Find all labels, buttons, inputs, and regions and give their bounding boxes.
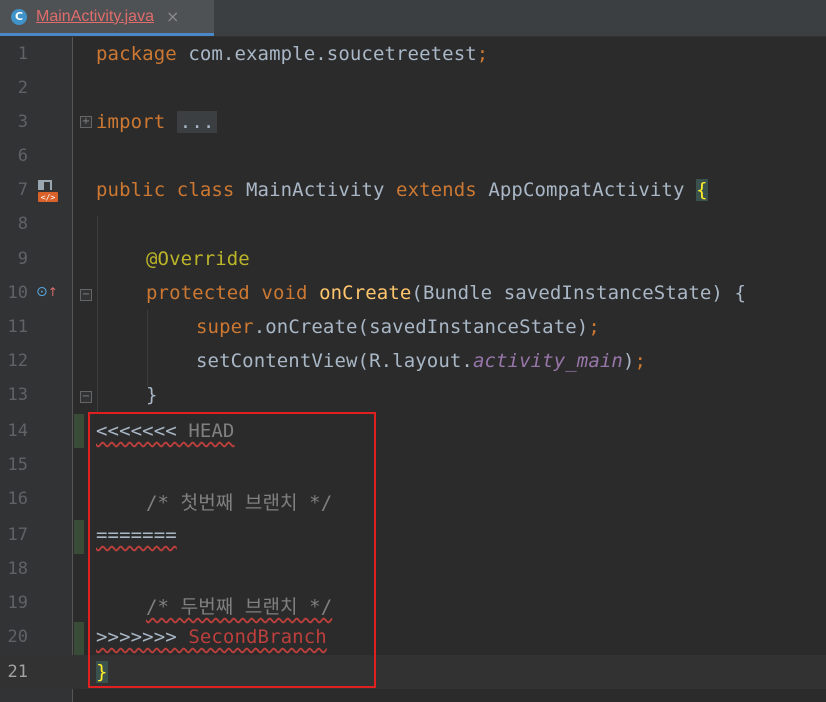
code-text[interactable]: package com.example.soucetreetest; [96,43,488,65]
code-line-3: 3 import ... [0,105,826,139]
fold-expand-icon[interactable]: + [80,116,92,128]
line-number: 8 [17,214,28,234]
code-line-10: 10 protected void onCreate(Bundle savedI… [0,276,826,310]
line-number: 13 [7,385,28,405]
code-line-13: 13 } [0,378,826,412]
code-line-6: 6 [0,139,826,173]
conflict-highlight-box [88,412,376,688]
line-number: 14 [7,421,28,441]
line-number: 12 [7,351,28,371]
fold-end-icon[interactable]: − [80,391,92,403]
svg-text:</>: </> [41,193,56,202]
code-text[interactable]: setContentView(R.layout.activity_main); [196,350,646,372]
code-line-7: 7 public class MainActivity extends AppC… [0,173,826,207]
code-text[interactable]: } [146,384,158,406]
tab-label: MainActivity.java [36,7,154,25]
line-number: 3 [17,112,28,132]
code-text[interactable]: protected void onCreate(Bundle savedInst… [146,282,746,304]
tab-mainactivity[interactable]: C MainActivity.java × [0,0,214,36]
code-line-12: 12 setContentView(R.layout.activity_main… [0,344,826,378]
line-number: 7 [17,180,28,200]
fold-collapse-icon[interactable]: − [80,289,92,301]
line-number: 15 [7,455,28,475]
line-number: 19 [7,593,28,613]
code-text[interactable]: @Override [146,248,250,270]
line-number: 1 [17,44,28,64]
editor-tab-bar: C MainActivity.java × [0,0,826,37]
code-line-9: 9 @Override [0,242,826,276]
line-number: 20 [7,627,28,647]
run-gutter-icon[interactable]: </> [36,179,60,203]
line-number: 17 [7,525,28,545]
line-number: 16 [7,489,28,509]
line-number: 21 [7,662,28,682]
line-number: 2 [17,78,28,98]
folded-imports[interactable]: ... [176,111,218,133]
line-number: 18 [7,559,28,579]
code-line-11: 11 super.onCreate(savedInstanceState); [0,310,826,344]
code-text[interactable]: super.onCreate(savedInstanceState); [196,316,600,338]
code-text[interactable]: import ... [96,111,218,133]
code-line-8: 8 [0,207,826,241]
code-line-2: 2 [0,71,826,105]
java-class-icon: C [11,8,27,25]
code-line-1: 1 package com.example.soucetreetest; [0,37,826,71]
line-number: 10 [7,283,28,303]
code-text[interactable]: public class MainActivity extends AppCom… [96,179,708,201]
line-number: 6 [17,146,28,166]
override-method-icon[interactable]: ⊙↑ [36,284,58,300]
line-number: 11 [7,317,28,337]
line-number: 9 [17,249,28,269]
close-icon[interactable]: × [166,7,179,26]
